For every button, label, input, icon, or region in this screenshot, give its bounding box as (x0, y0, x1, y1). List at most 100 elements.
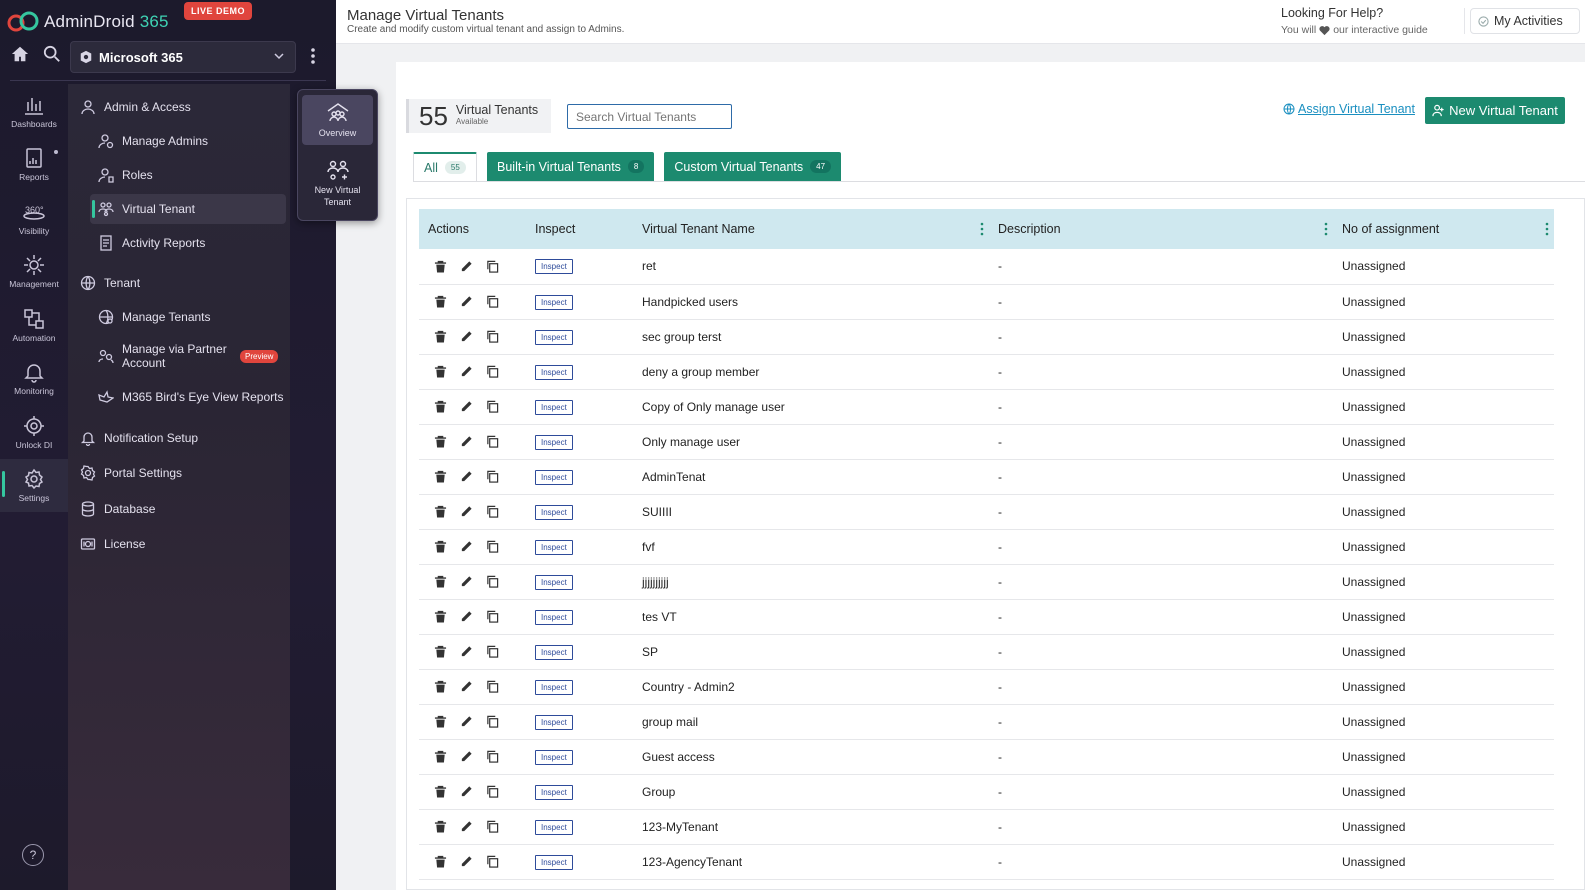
copy-icon[interactable] (486, 330, 499, 343)
help-subtitle[interactable]: You will our interactive guide (1281, 24, 1428, 36)
rail-item-management[interactable]: Management (0, 245, 68, 299)
tab-custom[interactable]: Custom Virtual Tenants 47 (664, 152, 842, 181)
menu-roles[interactable]: Roles (98, 167, 153, 183)
app-logo[interactable]: AdminDroid 365 (6, 9, 169, 35)
search-icon[interactable] (42, 44, 62, 64)
inspect-button[interactable]: Inspect (535, 749, 573, 765)
edit-icon[interactable] (460, 645, 473, 658)
copy-icon[interactable] (486, 750, 499, 763)
menu-portal-settings[interactable]: Portal Settings (80, 465, 182, 481)
table-row[interactable]: Inspect ret - Unassigned (419, 249, 1554, 284)
edit-icon[interactable] (460, 505, 473, 518)
table-row[interactable]: Inspect AdminTenat - Unassigned (419, 459, 1554, 494)
inspect-button[interactable]: Inspect (535, 539, 573, 555)
help-button[interactable]: ? (22, 844, 44, 866)
rail-item-settings[interactable]: Settings (0, 458, 68, 512)
inspect-button[interactable]: Inspect (535, 504, 573, 520)
edit-icon[interactable] (460, 470, 473, 483)
table-row[interactable]: Inspect Group - Unassigned (419, 774, 1554, 809)
inspect-button[interactable]: Inspect (535, 819, 573, 835)
flyout-overview[interactable]: Overview (302, 95, 373, 145)
delete-icon[interactable] (434, 435, 447, 448)
copy-icon[interactable] (486, 540, 499, 553)
table-row[interactable]: Inspect Guest access - Unassigned (419, 739, 1554, 774)
menu-manage-tenants[interactable]: Manage Tenants (98, 309, 211, 325)
menu-virtual-tenant[interactable]: Virtual Tenant (90, 194, 286, 224)
table-row[interactable]: Inspect fvf - Unassigned (419, 529, 1554, 564)
delete-icon[interactable] (434, 295, 447, 308)
delete-icon[interactable] (434, 820, 447, 833)
inspect-button[interactable]: Inspect (535, 714, 573, 730)
inspect-button[interactable]: Inspect (535, 294, 573, 310)
table-row[interactable]: Inspect group mail - Unassigned (419, 704, 1554, 739)
inspect-button[interactable]: Inspect (535, 609, 573, 625)
column-menu-icon[interactable] (979, 222, 985, 236)
edit-icon[interactable] (460, 820, 473, 833)
copy-icon[interactable] (486, 260, 499, 273)
delete-icon[interactable] (434, 575, 447, 588)
delete-icon[interactable] (434, 330, 447, 343)
rail-item-automation[interactable]: Automation (0, 298, 68, 352)
inspect-button[interactable]: Inspect (535, 434, 573, 450)
inspect-button[interactable]: Inspect (535, 399, 573, 415)
table-row[interactable]: Inspect SP - Unassigned (419, 634, 1554, 669)
edit-icon[interactable] (460, 785, 473, 798)
delete-icon[interactable] (434, 645, 447, 658)
tab-all[interactable]: All 55 (413, 152, 477, 181)
menu-admin-access[interactable]: Admin & Access (80, 99, 191, 115)
menu-manage-admins[interactable]: Manage Admins (98, 133, 208, 149)
table-row[interactable]: Inspect deny a group member - Unassigned (419, 354, 1554, 389)
copy-icon[interactable] (486, 400, 499, 413)
edit-icon[interactable] (460, 260, 473, 273)
table-row[interactable]: Inspect sec group terst - Unassigned (419, 319, 1554, 354)
column-header-name[interactable]: Virtual Tenant Name (633, 209, 989, 249)
table-row[interactable]: Inspect Copy of Only manage user - Unassign… (419, 389, 1554, 424)
column-menu-icon[interactable] (1544, 222, 1550, 236)
edit-icon[interactable] (460, 435, 473, 448)
tab-built-in[interactable]: Built-in Virtual Tenants 8 (487, 152, 655, 181)
edit-icon[interactable] (460, 680, 473, 693)
my-activities-button[interactable]: My Activities (1470, 8, 1580, 34)
delete-icon[interactable] (434, 540, 447, 553)
copy-icon[interactable] (486, 365, 499, 378)
flyout-new-virtual-tenant[interactable]: New Virtual Tenant (302, 158, 373, 208)
home-icon[interactable] (10, 44, 30, 64)
inspect-button[interactable]: Inspect (535, 364, 573, 380)
inspect-button[interactable]: Inspect (535, 644, 573, 660)
help-title[interactable]: Looking For Help? (1281, 6, 1383, 20)
delete-icon[interactable] (434, 400, 447, 413)
copy-icon[interactable] (486, 680, 499, 693)
table-row[interactable]: Inspect Handpicked users - Unassigned (419, 284, 1554, 319)
table-row[interactable]: Inspect Country - Admin2 - Unassigned (419, 669, 1554, 704)
rail-item-monitoring[interactable]: Monitoring (0, 352, 68, 406)
rail-item-dashboards[interactable]: Dashboards (0, 84, 68, 138)
edit-icon[interactable] (460, 400, 473, 413)
menu-license[interactable]: License (80, 536, 145, 552)
copy-icon[interactable] (486, 295, 499, 308)
edit-icon[interactable] (460, 330, 473, 343)
copy-icon[interactable] (486, 645, 499, 658)
rail-item-unlock-di[interactable]: Unlock DI (0, 405, 68, 459)
delete-icon[interactable] (434, 855, 447, 868)
column-header-description[interactable]: Description (989, 209, 1333, 249)
rail-item-reports[interactable]: Reports (0, 138, 68, 192)
menu-activity-reports[interactable]: Activity Reports (98, 235, 205, 251)
copy-icon[interactable] (486, 855, 499, 868)
copy-icon[interactable] (486, 470, 499, 483)
delete-icon[interactable] (434, 505, 447, 518)
edit-icon[interactable] (460, 295, 473, 308)
inspect-button[interactable]: Inspect (535, 784, 573, 800)
copy-icon[interactable] (486, 505, 499, 518)
copy-icon[interactable] (486, 435, 499, 448)
table-row[interactable]: Inspect SUIIII - Unassigned (419, 494, 1554, 529)
copy-icon[interactable] (486, 715, 499, 728)
edit-icon[interactable] (460, 855, 473, 868)
table-row[interactable]: Inspect 123-MyTenant - Unassigned (419, 809, 1554, 844)
menu-birds-eye[interactable]: M365 Bird's Eye View Reports (98, 389, 283, 405)
menu-tenant[interactable]: Tenant (80, 275, 140, 291)
inspect-button[interactable]: Inspect (535, 574, 573, 590)
delete-icon[interactable] (434, 470, 447, 483)
assign-virtual-tenant-link[interactable]: Assign Virtual Tenant (1283, 102, 1415, 116)
new-virtual-tenant-button[interactable]: New Virtual Tenant (1425, 97, 1565, 124)
delete-icon[interactable] (434, 785, 447, 798)
